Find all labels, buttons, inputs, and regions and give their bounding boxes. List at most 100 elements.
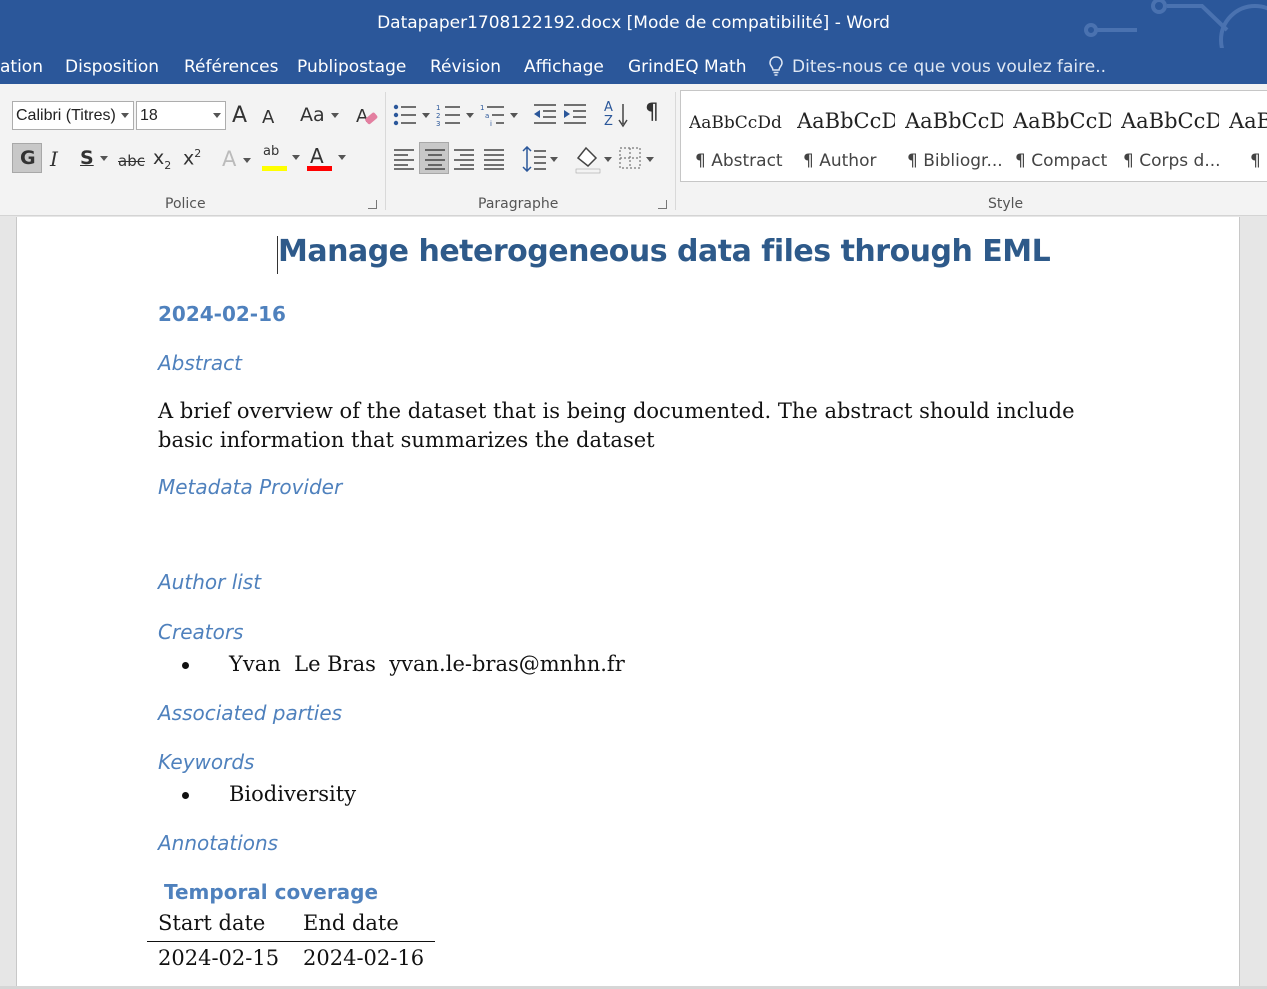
font-size-combo[interactable]: 18 (136, 101, 226, 130)
style-compact[interactable]: AaBbCcD ¶ Compact (1005, 91, 1113, 181)
document-page[interactable] (16, 217, 1240, 989)
grow-font-button[interactable]: A (232, 103, 247, 128)
table-cell-end[interactable]: 2024-02-16 (303, 946, 424, 970)
arrow-down-icon (618, 104, 628, 128)
heading-keywords[interactable]: Keywords (158, 750, 254, 774)
heading-creators[interactable]: Creators (158, 620, 243, 644)
tab-animation[interactable]: ation (0, 57, 43, 77)
numbering-icon[interactable]: 123 (436, 102, 476, 128)
table-cell-start[interactable]: 2024-02-15 (158, 946, 279, 970)
heading-author-list[interactable]: Author list (158, 570, 261, 594)
sort-label: A (604, 100, 613, 115)
group-label-style: Style (988, 196, 1024, 212)
lightbulb-icon (769, 56, 783, 76)
bold-button[interactable]: G (12, 143, 42, 173)
tab-revision[interactable]: Révision (430, 57, 501, 77)
ribbon-tabs: ation Disposition Références Publipostag… (0, 48, 1267, 84)
group-separator (675, 92, 676, 210)
sort-button[interactable]: A Z (604, 100, 630, 130)
align-center-icon (425, 149, 445, 170)
bold-label: G (20, 147, 36, 169)
underline-button[interactable]: S (80, 147, 109, 169)
highlight-button[interactable]: ab (262, 144, 302, 174)
paragraphe-dialog-launcher[interactable] (658, 200, 667, 209)
style-name: ¶ Abstract (695, 151, 783, 171)
group-label-paragraphe: Paragraphe (478, 196, 559, 212)
underline-label: S (80, 147, 94, 169)
creator-entry: Yvan Le Bras yvan.le-bras@mnhn.fr (229, 652, 625, 676)
styles-gallery: AaBbCcDd ¶ Abstract AaBbCcD ¶ Author AaB… (680, 90, 1267, 182)
change-case-label: Aa (300, 104, 325, 126)
change-case-button[interactable]: Aa (300, 104, 339, 126)
italic-button[interactable]: I (50, 147, 58, 171)
style-bibliography[interactable]: AaBbCcD ¶ Bibliogr... (897, 91, 1005, 181)
heading-metadata-provider[interactable]: Metadata Provider (158, 475, 342, 499)
font-name-combo[interactable]: Calibri (Titres) (12, 101, 134, 130)
document-date[interactable]: 2024-02-16 (158, 302, 286, 326)
tab-disposition[interactable]: Disposition (65, 57, 159, 77)
justify-icon[interactable] (482, 147, 506, 171)
group-separator (385, 92, 386, 210)
svg-text:3: 3 (436, 120, 440, 128)
style-author[interactable]: AaBbCcD ¶ Author (789, 91, 897, 181)
bullets-icon[interactable] (392, 102, 432, 128)
line-spacing-icon[interactable] (522, 146, 560, 172)
table-header-start[interactable]: Start date (158, 911, 265, 935)
bullet-icon (182, 662, 189, 669)
style-name: ¶ Corps d... (1123, 151, 1221, 171)
style-sample: AaBbCcDd (689, 113, 782, 133)
style-sample: AaBbCcD (797, 109, 895, 133)
decrease-indent-icon[interactable] (532, 102, 558, 128)
group-label-police: Police (165, 196, 206, 212)
abstract-text[interactable]: A brief overview of the dataset that is … (158, 397, 1118, 455)
svg-text:i: i (490, 120, 492, 128)
style-next[interactable]: AaB ¶ D (1221, 91, 1267, 181)
document-area (0, 217, 1267, 989)
tab-references[interactable]: Références (184, 57, 278, 77)
increase-indent-icon[interactable] (562, 102, 588, 128)
svg-text:2: 2 (436, 112, 440, 120)
strikethrough-button[interactable]: abc (118, 152, 145, 170)
circuit-decoration (1084, 0, 1267, 48)
font-size-value: 18 (140, 107, 158, 124)
list-item[interactable]: Biodiversity (182, 782, 356, 806)
style-name: ¶ Bibliogr... (907, 151, 1003, 171)
style-body-text[interactable]: AaBbCcD ¶ Corps d... (1113, 91, 1221, 181)
tell-me-box[interactable]: Dites-nous ce que vous voulez faire.. (768, 56, 1106, 77)
police-dialog-launcher[interactable] (368, 200, 377, 209)
document-title[interactable]: Manage heterogeneous data files through … (278, 234, 1051, 269)
highlight-label: ab (263, 144, 280, 159)
table-caption[interactable]: Temporal coverage (164, 880, 378, 904)
align-left-icon[interactable] (392, 147, 416, 171)
tab-affichage[interactable]: Affichage (524, 57, 604, 77)
show-formatting-button[interactable]: ¶ (645, 100, 659, 125)
chevron-down-icon (243, 157, 252, 163)
align-center-button[interactable] (419, 142, 449, 174)
superscript-label: x (183, 147, 195, 170)
font-color-swatch (307, 166, 332, 171)
heading-abstract[interactable]: Abstract (158, 351, 242, 375)
svg-text:1: 1 (436, 104, 440, 112)
align-right-icon[interactable] (452, 147, 476, 171)
style-abstract[interactable]: AaBbCcDd ¶ Abstract (681, 91, 789, 181)
multilevel-list-icon[interactable]: 1ai (480, 102, 520, 128)
clear-formatting-icon[interactable]: A (355, 104, 379, 128)
superscript-button[interactable]: x2 (183, 147, 201, 169)
font-color-label: A (310, 144, 324, 168)
tab-publipostage[interactable]: Publipostage (297, 57, 406, 77)
tab-grindeq-math[interactable]: GrindEQ Math (628, 57, 747, 77)
style-name: ¶ D (1250, 151, 1267, 171)
shrink-font-button[interactable]: A (262, 107, 274, 128)
tell-me-text: Dites-nous ce que vous voulez faire.. (792, 57, 1107, 77)
font-color-button[interactable]: A (307, 144, 347, 174)
heading-annotations[interactable]: Annotations (158, 831, 278, 855)
subscript-label: x (153, 147, 165, 169)
borders-icon[interactable] (618, 146, 658, 172)
text-effects-button[interactable]: A (222, 147, 252, 171)
shading-icon[interactable] (574, 144, 614, 174)
svg-text:1: 1 (480, 104, 484, 112)
subscript-button[interactable]: x2 (153, 147, 171, 172)
list-item[interactable]: Yvan Le Bras yvan.le-bras@mnhn.fr (182, 652, 625, 676)
heading-associated-parties[interactable]: Associated parties (158, 701, 342, 725)
table-header-end[interactable]: End date (303, 911, 399, 935)
